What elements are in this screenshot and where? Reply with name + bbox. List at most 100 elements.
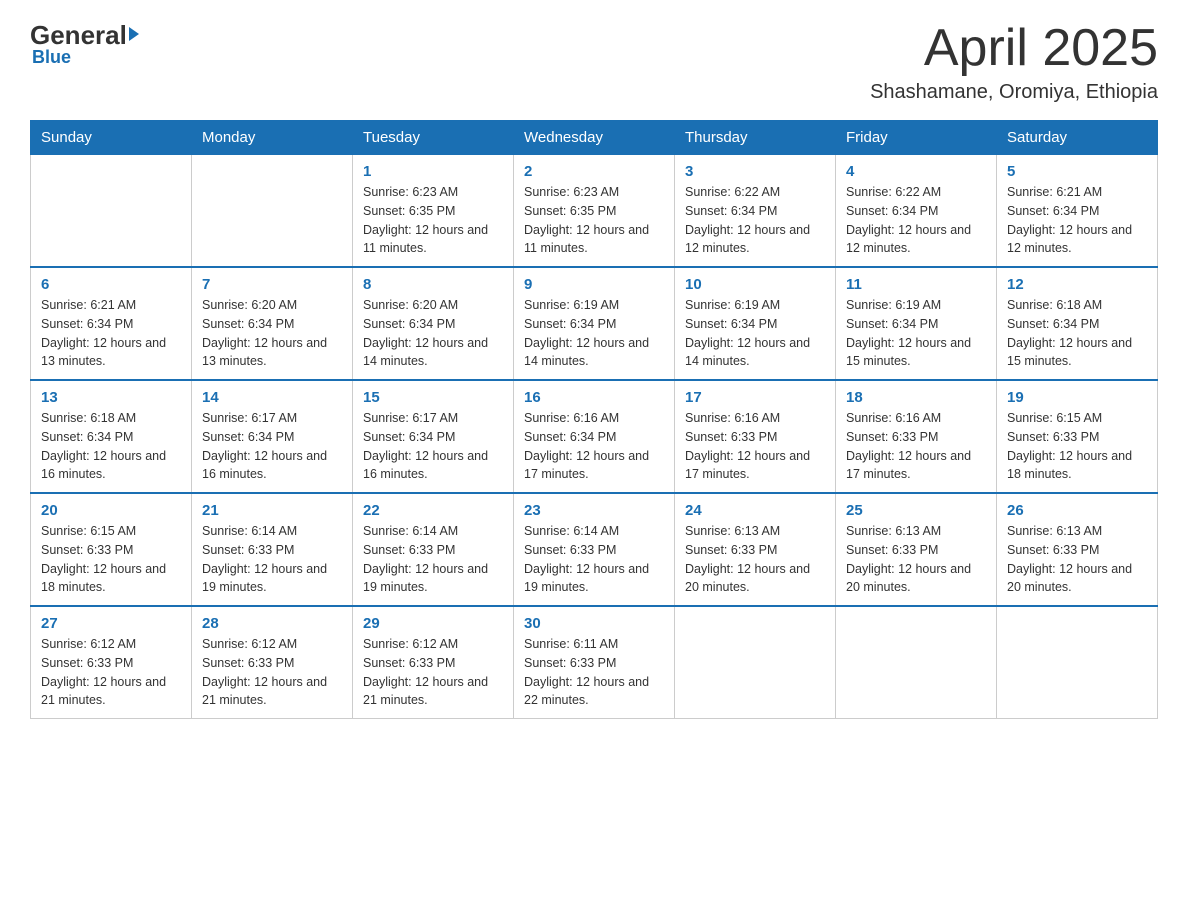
calendar-day-header: Monday (192, 121, 353, 155)
day-info: Sunrise: 6:18 AMSunset: 6:34 PMDaylight:… (1007, 296, 1147, 371)
day-info: Sunrise: 6:13 AMSunset: 6:33 PMDaylight:… (685, 522, 825, 597)
calendar-cell (836, 606, 997, 719)
day-info: Sunrise: 6:18 AMSunset: 6:34 PMDaylight:… (41, 409, 181, 484)
calendar-day-header: Sunday (31, 121, 192, 155)
calendar-week-row: 27 Sunrise: 6:12 AMSunset: 6:33 PMDayligh… (31, 606, 1158, 719)
calendar-cell: 25 Sunrise: 6:13 AMSunset: 6:33 PMDayligh… (836, 493, 997, 606)
day-info: Sunrise: 6:23 AMSunset: 6:35 PMDaylight:… (524, 183, 664, 258)
day-number: 23 (524, 502, 664, 519)
calendar-cell: 11 Sunrise: 6:19 AMSunset: 6:34 PMDayligh… (836, 267, 997, 380)
day-number: 12 (1007, 276, 1147, 293)
calendar-cell: 6 Sunrise: 6:21 AMSunset: 6:34 PMDaylight… (31, 267, 192, 380)
calendar-week-row: 20 Sunrise: 6:15 AMSunset: 6:33 PMDayligh… (31, 493, 1158, 606)
calendar-cell: 13 Sunrise: 6:18 AMSunset: 6:34 PMDayligh… (31, 380, 192, 493)
page-subtitle: Shashamane, Oromiya, Ethiopia (870, 81, 1158, 104)
day-number: 26 (1007, 502, 1147, 519)
day-number: 29 (363, 615, 503, 632)
calendar-cell: 19 Sunrise: 6:15 AMSunset: 6:33 PMDayligh… (997, 380, 1158, 493)
logo-triangle-icon (129, 27, 139, 41)
calendar-cell: 18 Sunrise: 6:16 AMSunset: 6:33 PMDayligh… (836, 380, 997, 493)
calendar-day-header: Wednesday (514, 121, 675, 155)
day-number: 7 (202, 276, 342, 293)
day-number: 15 (363, 389, 503, 406)
day-number: 27 (41, 615, 181, 632)
day-number: 5 (1007, 163, 1147, 180)
day-number: 14 (202, 389, 342, 406)
day-number: 13 (41, 389, 181, 406)
day-number: 18 (846, 389, 986, 406)
calendar-day-header: Friday (836, 121, 997, 155)
calendar-cell: 2 Sunrise: 6:23 AMSunset: 6:35 PMDaylight… (514, 155, 675, 268)
day-info: Sunrise: 6:15 AMSunset: 6:33 PMDaylight:… (41, 522, 181, 597)
day-info: Sunrise: 6:14 AMSunset: 6:33 PMDaylight:… (202, 522, 342, 597)
day-info: Sunrise: 6:13 AMSunset: 6:33 PMDaylight:… (846, 522, 986, 597)
calendar-cell: 1 Sunrise: 6:23 AMSunset: 6:35 PMDaylight… (353, 155, 514, 268)
calendar-cell: 24 Sunrise: 6:13 AMSunset: 6:33 PMDayligh… (675, 493, 836, 606)
day-info: Sunrise: 6:22 AMSunset: 6:34 PMDaylight:… (685, 183, 825, 258)
calendar-cell: 5Sunrise: 6:21 AMSunset: 6:34 PMDaylight… (997, 155, 1158, 268)
day-number: 28 (202, 615, 342, 632)
calendar-cell: 29Sunrise: 6:12 AMSunset: 6:33 PMDayligh… (353, 606, 514, 719)
logo-blue-text: Blue (32, 47, 71, 68)
calendar-cell: 8Sunrise: 6:20 AMSunset: 6:34 PMDaylight… (353, 267, 514, 380)
calendar-cell: 21 Sunrise: 6:14 AMSunset: 6:33 PMDayligh… (192, 493, 353, 606)
day-number: 11 (846, 276, 986, 293)
calendar-cell (192, 155, 353, 268)
day-info: Sunrise: 6:17 AMSunset: 6:34 PMDaylight:… (363, 409, 503, 484)
calendar-table: SundayMondayTuesdayWednesdayThursdayFrid… (30, 120, 1158, 719)
day-info: Sunrise: 6:15 AMSunset: 6:33 PMDaylight:… (1007, 409, 1147, 484)
calendar-cell: 30 Sunrise: 6:11 AMSunset: 6:33 PMDayligh… (514, 606, 675, 719)
day-number: 6 (41, 276, 181, 293)
day-info: Sunrise: 6:19 AMSunset: 6:34 PMDaylight:… (846, 296, 986, 371)
day-number: 3 (685, 163, 825, 180)
calendar-cell: 28Sunrise: 6:12 AMSunset: 6:33 PMDayligh… (192, 606, 353, 719)
day-number: 19 (1007, 389, 1147, 406)
day-number: 20 (41, 502, 181, 519)
calendar-cell: 7Sunrise: 6:20 AMSunset: 6:34 PMDaylight… (192, 267, 353, 380)
calendar-week-row: 1 Sunrise: 6:23 AMSunset: 6:35 PMDaylight… (31, 155, 1158, 268)
calendar-cell (31, 155, 192, 268)
day-number: 4 (846, 163, 986, 180)
logo: General Blue (30, 20, 139, 68)
calendar-day-header: Tuesday (353, 121, 514, 155)
day-info: Sunrise: 6:19 AMSunset: 6:34 PMDaylight:… (685, 296, 825, 371)
calendar-header-row: SundayMondayTuesdayWednesdayThursdayFrid… (31, 121, 1158, 155)
day-number: 22 (363, 502, 503, 519)
day-info: Sunrise: 6:16 AMSunset: 6:34 PMDaylight:… (524, 409, 664, 484)
day-info: Sunrise: 6:14 AMSunset: 6:33 PMDaylight:… (363, 522, 503, 597)
calendar-cell: 16 Sunrise: 6:16 AMSunset: 6:34 PMDayligh… (514, 380, 675, 493)
day-info: Sunrise: 6:17 AMSunset: 6:34 PMDaylight:… (202, 409, 342, 484)
calendar-day-header: Thursday (675, 121, 836, 155)
calendar-cell: 20 Sunrise: 6:15 AMSunset: 6:33 PMDayligh… (31, 493, 192, 606)
calendar-cell: 22 Sunrise: 6:14 AMSunset: 6:33 PMDayligh… (353, 493, 514, 606)
calendar-week-row: 6 Sunrise: 6:21 AMSunset: 6:34 PMDaylight… (31, 267, 1158, 380)
day-info: Sunrise: 6:14 AMSunset: 6:33 PMDaylight:… (524, 522, 664, 597)
day-number: 30 (524, 615, 664, 632)
calendar-cell: 15 Sunrise: 6:17 AMSunset: 6:34 PMDayligh… (353, 380, 514, 493)
day-info: Sunrise: 6:13 AMSunset: 6:33 PMDaylight:… (1007, 522, 1147, 597)
day-number: 9 (524, 276, 664, 293)
calendar-cell: 26 Sunrise: 6:13 AMSunset: 6:33 PMDayligh… (997, 493, 1158, 606)
day-number: 8 (363, 276, 503, 293)
calendar-cell: 9Sunrise: 6:19 AMSunset: 6:34 PMDaylight… (514, 267, 675, 380)
day-info: Sunrise: 6:21 AMSunset: 6:34 PMDaylight:… (41, 296, 181, 371)
calendar-cell: 17Sunrise: 6:16 AMSunset: 6:33 PMDayligh… (675, 380, 836, 493)
day-number: 21 (202, 502, 342, 519)
calendar-cell: 3 Sunrise: 6:22 AMSunset: 6:34 PMDaylight… (675, 155, 836, 268)
calendar-cell: 4Sunrise: 6:22 AMSunset: 6:34 PMDaylight… (836, 155, 997, 268)
day-info: Sunrise: 6:12 AMSunset: 6:33 PMDaylight:… (41, 635, 181, 710)
day-number: 10 (685, 276, 825, 293)
day-number: 2 (524, 163, 664, 180)
calendar-cell: 23 Sunrise: 6:14 AMSunset: 6:33 PMDayligh… (514, 493, 675, 606)
page-title: April 2025 (870, 20, 1158, 77)
day-number: 25 (846, 502, 986, 519)
day-number: 17 (685, 389, 825, 406)
day-info: Sunrise: 6:11 AMSunset: 6:33 PMDaylight:… (524, 635, 664, 710)
day-number: 16 (524, 389, 664, 406)
day-info: Sunrise: 6:16 AMSunset: 6:33 PMDaylight:… (846, 409, 986, 484)
day-info: Sunrise: 6:23 AMSunset: 6:35 PMDaylight:… (363, 183, 503, 258)
day-number: 1 (363, 163, 503, 180)
calendar-week-row: 13 Sunrise: 6:18 AMSunset: 6:34 PMDayligh… (31, 380, 1158, 493)
calendar-cell: 14 Sunrise: 6:17 AMSunset: 6:34 PMDayligh… (192, 380, 353, 493)
day-number: 24 (685, 502, 825, 519)
